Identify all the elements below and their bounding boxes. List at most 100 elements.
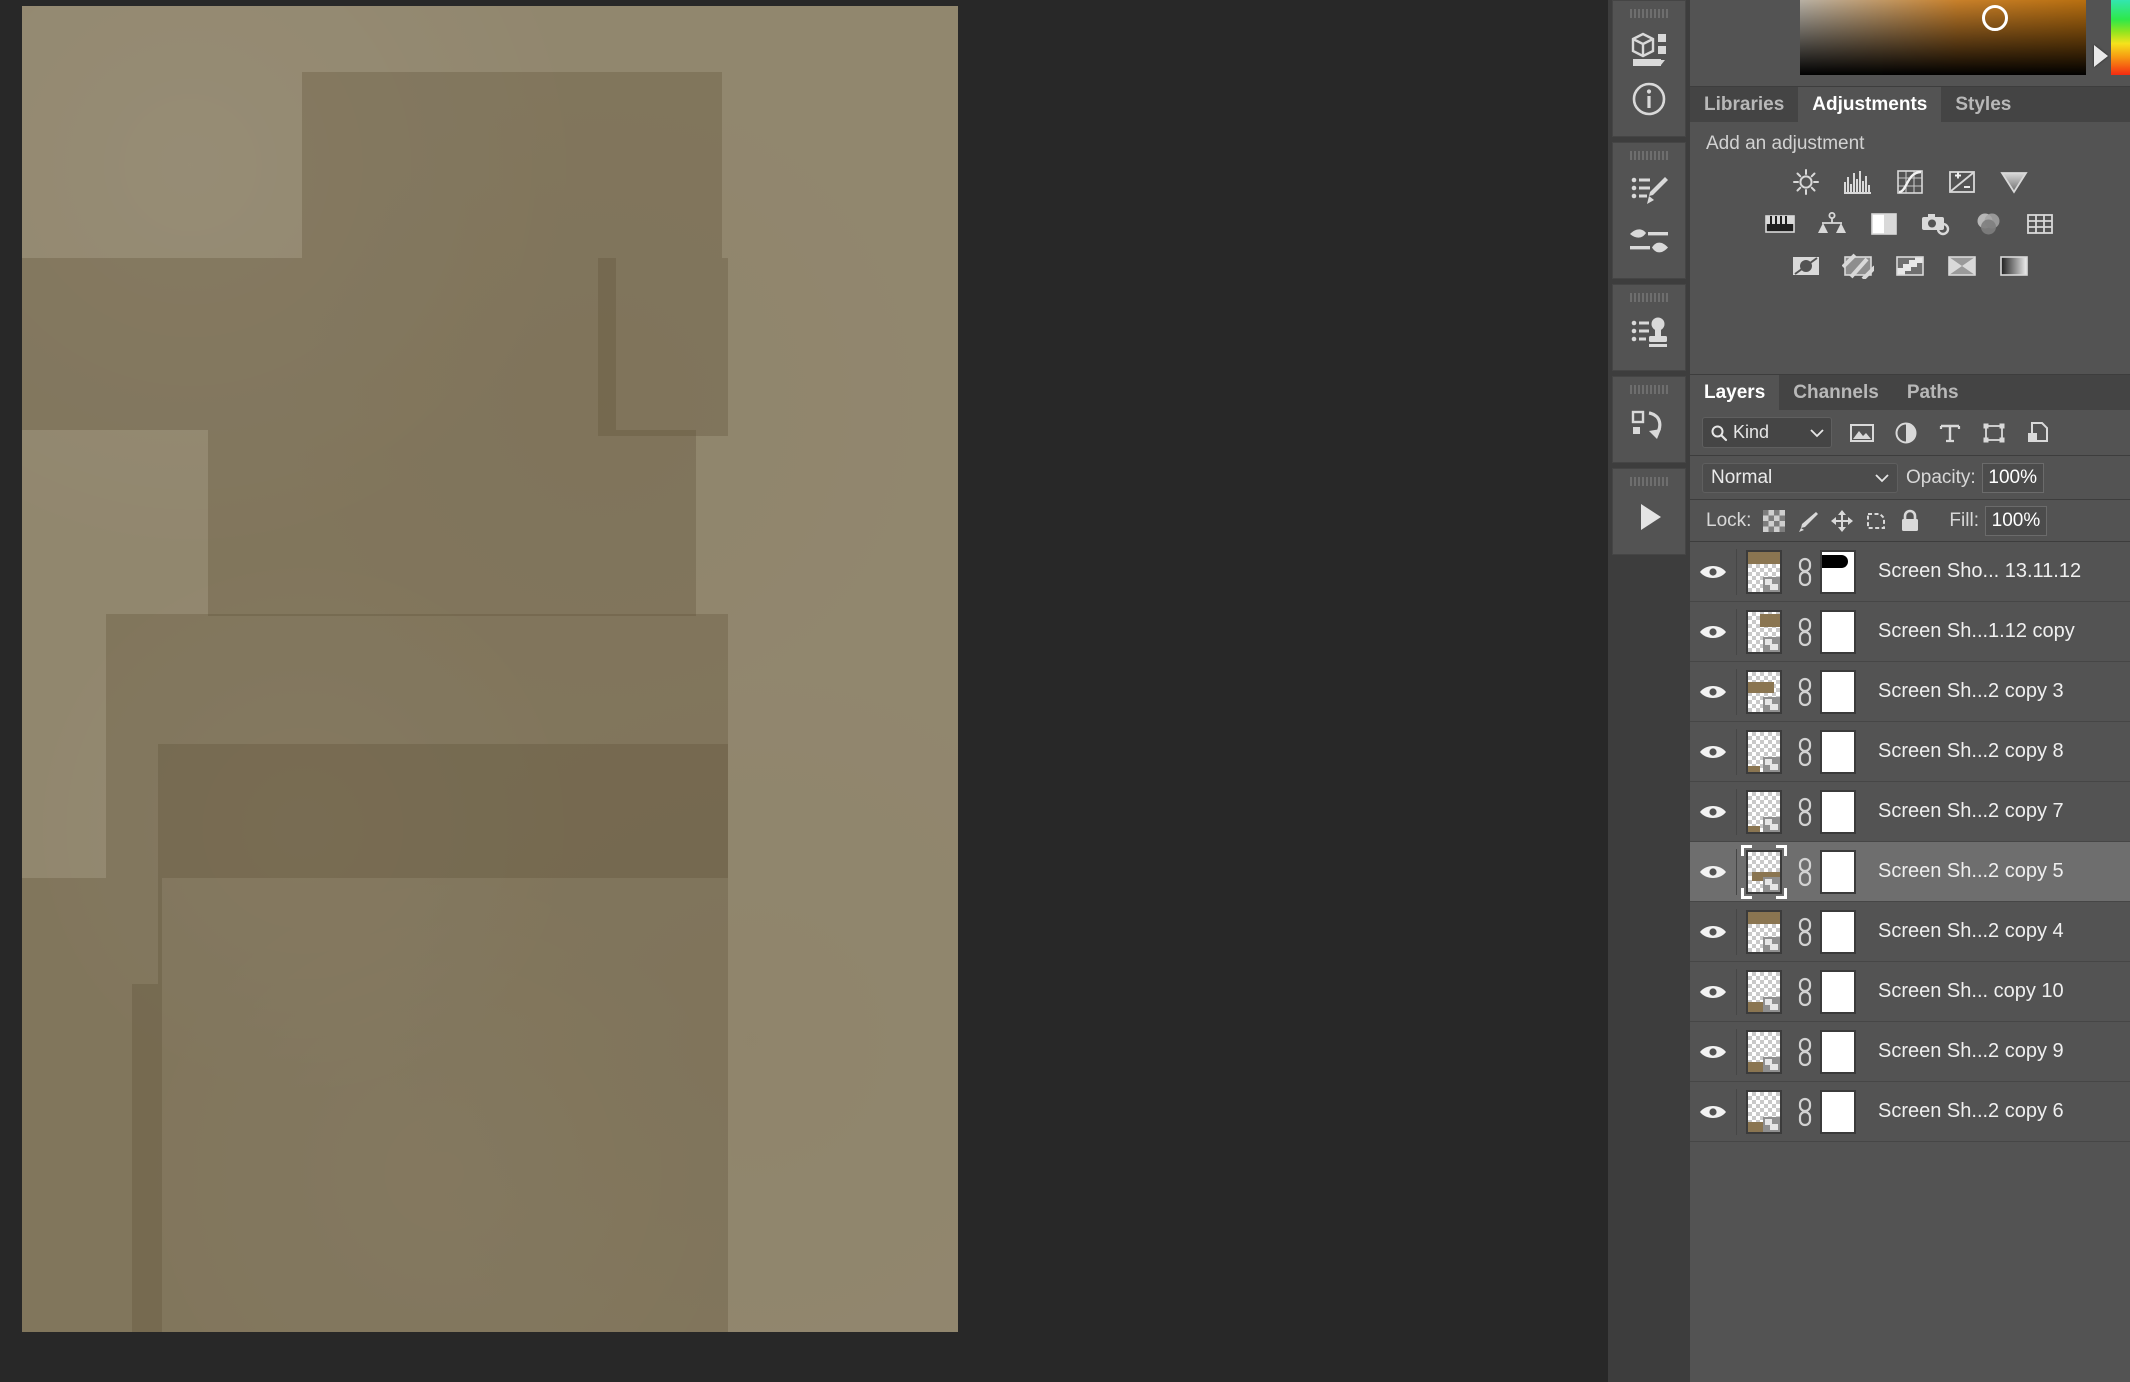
layer-thumbnail[interactable] — [1736, 968, 1790, 1015]
layer-row[interactable]: Screen Sh...2 copy 4 — [1690, 902, 2130, 962]
history-icon[interactable] — [1618, 400, 1680, 450]
layer-row[interactable]: Screen Sho... 13.11.12 — [1690, 542, 2130, 602]
layer-mask-link-icon[interactable] — [1790, 977, 1820, 1007]
color-marker[interactable] — [1982, 5, 2008, 31]
layer-visibility-icon[interactable] — [1690, 682, 1736, 702]
layer-visibility-icon[interactable] — [1690, 562, 1736, 582]
layer-thumbnail[interactable] — [1736, 908, 1790, 955]
layer-row[interactable]: Screen Sh...2 copy 9 — [1690, 1022, 2130, 1082]
layer-mask-thumbnail[interactable] — [1820, 549, 1856, 594]
3d-properties-icon[interactable] — [1618, 24, 1680, 74]
layer-mask-thumbnail[interactable] — [1820, 609, 1856, 654]
vibrance-icon[interactable] — [1997, 167, 2031, 197]
brush-settings-icon[interactable] — [1618, 216, 1680, 266]
layer-mask-thumbnail[interactable] — [1820, 1089, 1856, 1134]
curves-icon[interactable] — [1893, 167, 1927, 197]
brush-presets-icon[interactable] — [1618, 166, 1680, 216]
drag-grip[interactable] — [1630, 9, 1668, 18]
layer-thumbnail[interactable] — [1736, 608, 1790, 655]
layer-mask-link-icon[interactable] — [1790, 857, 1820, 887]
layer-mask-thumbnail[interactable] — [1820, 789, 1856, 834]
layer-row[interactable]: Screen Sh...2 copy 7 — [1690, 782, 2130, 842]
gradient-map-icon[interactable] — [1997, 251, 2031, 281]
layer-thumbnail[interactable] — [1736, 788, 1790, 835]
tab-adjustments[interactable]: Adjustments — [1798, 87, 1942, 122]
layer-thumbnail[interactable] — [1736, 1088, 1790, 1135]
layer-thumbnail[interactable] — [1736, 668, 1790, 715]
tab-styles[interactable]: Styles — [1941, 87, 2025, 122]
hue-saturation-icon[interactable] — [1763, 209, 1797, 239]
filter-adjustment-layer-icon[interactable] — [1892, 419, 1920, 447]
layer-row[interactable]: Screen Sh...2 copy 8 — [1690, 722, 2130, 782]
exposure-icon[interactable] — [1945, 167, 1979, 197]
clone-source-icon[interactable] — [1618, 308, 1680, 358]
filter-pixel-layer-icon[interactable] — [1848, 419, 1876, 447]
layer-mask-link-icon[interactable] — [1790, 917, 1820, 947]
selective-color-icon[interactable] — [1945, 251, 1979, 281]
layer-visibility-icon[interactable] — [1690, 862, 1736, 882]
layer-mask-link-icon[interactable] — [1790, 737, 1820, 767]
layer-thumbnail[interactable] — [1736, 1028, 1790, 1075]
drag-grip[interactable] — [1630, 151, 1668, 160]
tab-paths[interactable]: Paths — [1893, 375, 1973, 410]
document-artboard[interactable] — [22, 6, 958, 1332]
opacity-input[interactable]: 100% — [1981, 462, 2044, 493]
lock-transparency-icon[interactable] — [1757, 507, 1791, 535]
photo-filter-icon[interactable] — [1919, 209, 1953, 239]
tab-layers[interactable]: Layers — [1690, 375, 1780, 410]
info-icon[interactable] — [1618, 74, 1680, 124]
layer-visibility-icon[interactable] — [1690, 622, 1736, 642]
filter-kind-select[interactable]: Kind — [1702, 417, 1832, 448]
layer-mask-link-icon[interactable] — [1790, 797, 1820, 827]
layer-row[interactable]: Screen Sh...2 copy 3 — [1690, 662, 2130, 722]
layer-row[interactable]: Screen Sh...2 copy 5 — [1690, 842, 2130, 902]
lock-image-icon[interactable] — [1791, 507, 1825, 535]
color-lookup-icon[interactable] — [2023, 209, 2057, 239]
lock-position-icon[interactable] — [1825, 507, 1859, 535]
layer-visibility-icon[interactable] — [1690, 982, 1736, 1002]
filter-shape-layer-icon[interactable] — [1980, 419, 2008, 447]
posterize-icon[interactable] — [1841, 251, 1875, 281]
levels-icon[interactable] — [1841, 167, 1875, 197]
actions-play-icon[interactable] — [1618, 492, 1680, 542]
lock-all-icon[interactable] — [1893, 507, 1927, 535]
color-balance-icon[interactable] — [1815, 209, 1849, 239]
threshold-icon[interactable] — [1893, 251, 1927, 281]
layer-mask-thumbnail[interactable] — [1820, 669, 1856, 714]
layer-thumbnail[interactable] — [1736, 728, 1790, 775]
layer-row[interactable]: Screen Sh...1.12 copy — [1690, 602, 2130, 662]
layer-list[interactable]: Screen Sho... 13.11.12 Screen Sh...1.12 c… — [1690, 542, 2130, 1142]
color-picker-panel[interactable] — [1690, 0, 2130, 86]
layer-mask-link-icon[interactable] — [1790, 1037, 1820, 1067]
layer-row[interactable]: Screen Sh...2 copy 6 — [1690, 1082, 2130, 1142]
fill-input[interactable]: 100% — [1984, 505, 2047, 536]
layer-mask-link-icon[interactable] — [1790, 1097, 1820, 1127]
canvas-area[interactable] — [0, 0, 1608, 1382]
black-white-icon[interactable] — [1867, 209, 1901, 239]
drag-grip[interactable] — [1630, 477, 1668, 486]
layer-thumbnail[interactable] — [1736, 844, 1790, 899]
layer-mask-thumbnail[interactable] — [1820, 849, 1856, 894]
drag-grip[interactable] — [1630, 385, 1668, 394]
layer-mask-thumbnail[interactable] — [1820, 1029, 1856, 1074]
color-field[interactable] — [1800, 0, 2086, 75]
invert-icon[interactable] — [1789, 251, 1823, 281]
layer-visibility-icon[interactable] — [1690, 742, 1736, 762]
layer-thumbnail[interactable] — [1736, 548, 1790, 595]
layer-mask-thumbnail[interactable] — [1820, 729, 1856, 774]
layer-visibility-icon[interactable] — [1690, 922, 1736, 942]
filter-smart-object-icon[interactable] — [2024, 419, 2052, 447]
layer-mask-thumbnail[interactable] — [1820, 969, 1856, 1014]
tab-channels[interactable]: Channels — [1779, 375, 1893, 410]
lock-artboard-icon[interactable] — [1859, 507, 1893, 535]
filter-type-layer-icon[interactable] — [1936, 419, 1964, 447]
layer-row[interactable]: Screen Sh... copy 10 — [1690, 962, 2130, 1022]
brightness-contrast-icon[interactable] — [1789, 167, 1823, 197]
drag-grip[interactable] — [1630, 293, 1668, 302]
blend-mode-select[interactable]: Normal — [1702, 462, 1898, 493]
channel-mixer-icon[interactable] — [1971, 209, 2005, 239]
hue-slider[interactable] — [2111, 0, 2130, 75]
hue-slider-marker[interactable] — [2094, 45, 2108, 67]
layer-mask-link-icon[interactable] — [1790, 677, 1820, 707]
layer-mask-thumbnail[interactable] — [1820, 909, 1856, 954]
